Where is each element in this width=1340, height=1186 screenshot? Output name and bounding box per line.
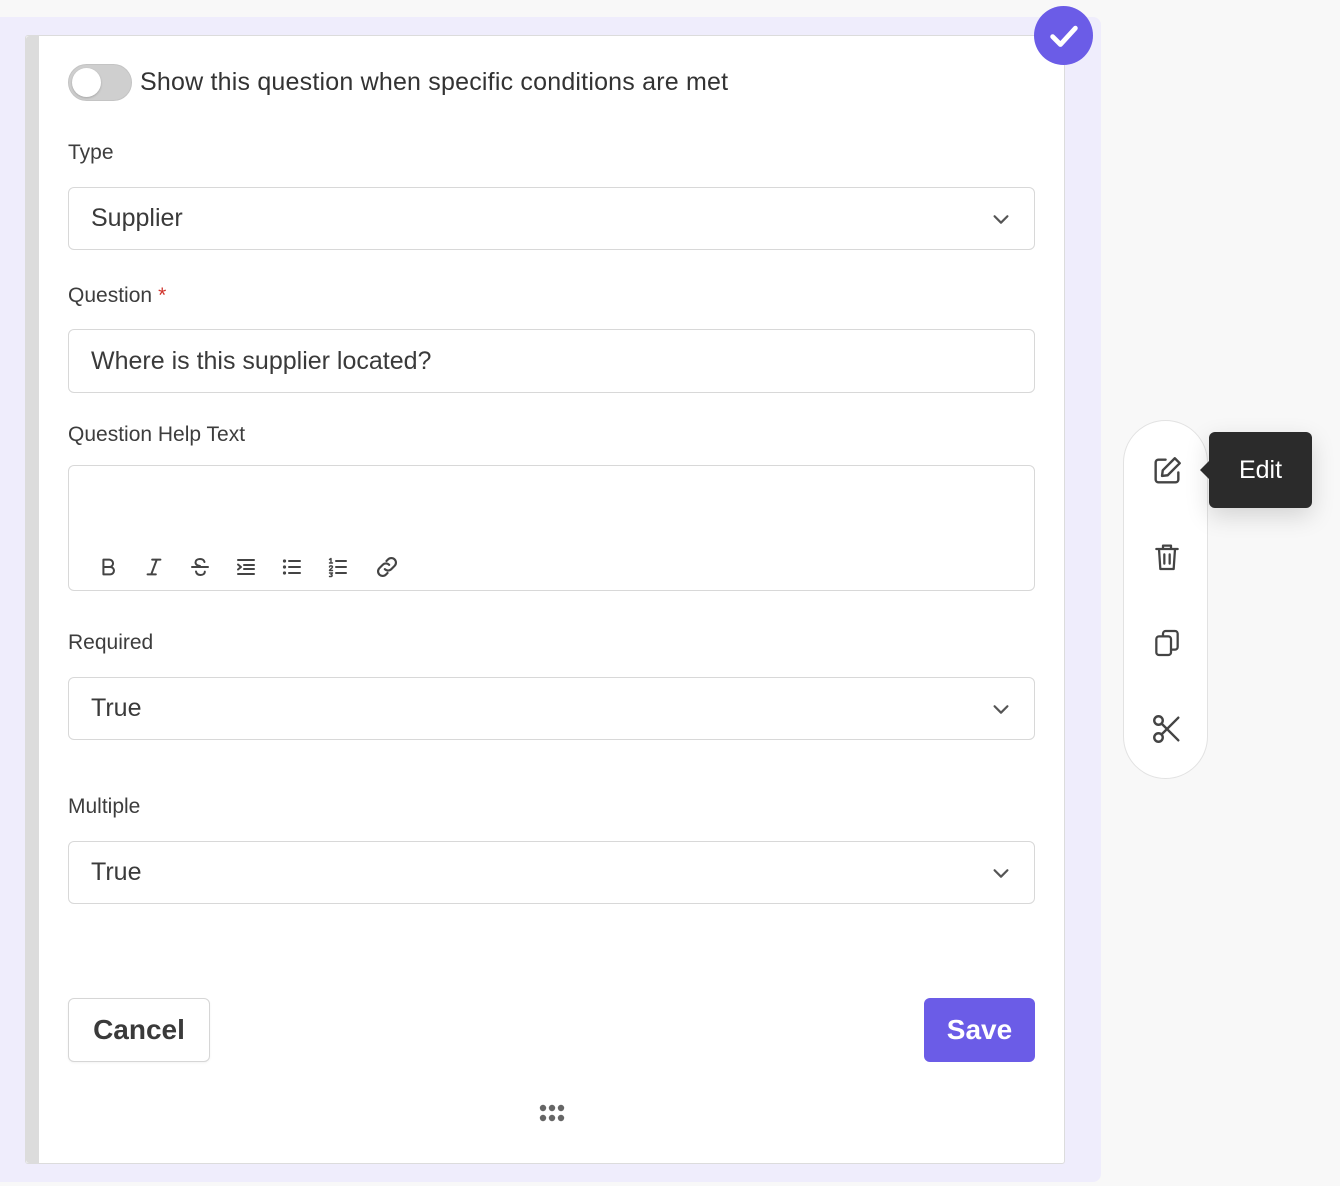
- selected-check-icon[interactable]: [1034, 6, 1093, 65]
- edit-button[interactable]: [1124, 441, 1209, 501]
- multiple-label: Multiple: [68, 795, 141, 818]
- required-select[interactable]: True: [68, 677, 1035, 740]
- tooltip-arrow: [1200, 461, 1209, 479]
- question-label: Question *: [68, 284, 166, 308]
- save-button[interactable]: Save: [924, 998, 1035, 1062]
- card-left-stripe: [26, 36, 39, 1163]
- bullet-list-icon[interactable]: [269, 552, 315, 582]
- required-label: Required: [68, 631, 154, 654]
- drag-handle-icon[interactable]: [539, 1104, 565, 1127]
- type-label: Type: [68, 141, 114, 164]
- multiple-select-value: True: [91, 858, 142, 886]
- type-select[interactable]: Supplier: [68, 187, 1035, 250]
- rich-text-toolbar: [85, 552, 413, 582]
- condition-toggle-row: Show this question when specific conditi…: [68, 64, 728, 101]
- toggle-knob: [72, 68, 101, 97]
- tooltip-text: Edit: [1238, 455, 1283, 484]
- block-actions-toolbar: [1123, 420, 1208, 779]
- required-asterisk: *: [158, 284, 167, 307]
- cancel-button[interactable]: Cancel: [68, 998, 210, 1062]
- question-input[interactable]: Where is this supplier located?: [68, 329, 1035, 393]
- required-select-value: True: [91, 694, 142, 722]
- help-text-label: Question Help Text: [68, 423, 246, 446]
- link-icon[interactable]: [361, 552, 413, 582]
- help-text-editor[interactable]: [68, 465, 1035, 591]
- delete-button[interactable]: [1124, 527, 1209, 587]
- italic-icon[interactable]: [131, 552, 177, 582]
- numbered-list-icon[interactable]: [315, 552, 361, 582]
- multiple-select[interactable]: True: [68, 841, 1035, 904]
- scissors-icon: [1152, 715, 1180, 743]
- question-input-value: Where is this supplier located?: [91, 346, 432, 375]
- chevron-down-icon: [993, 869, 1009, 878]
- edit-icon: [1153, 457, 1181, 484]
- question-label-text: Question: [68, 284, 153, 307]
- chevron-down-icon: [993, 215, 1009, 224]
- duplicate-button[interactable]: [1124, 613, 1209, 673]
- edit-tooltip: Edit: [1200, 432, 1312, 508]
- strikethrough-icon[interactable]: [177, 552, 223, 582]
- indent-icon[interactable]: [223, 552, 269, 582]
- cut-button[interactable]: [1124, 699, 1209, 759]
- trash-icon: [1154, 544, 1179, 571]
- type-select-value: Supplier: [91, 204, 183, 232]
- chevron-down-icon: [993, 705, 1009, 714]
- bold-icon[interactable]: [85, 552, 131, 582]
- condition-toggle[interactable]: [68, 64, 132, 101]
- copy-icon: [1154, 629, 1179, 657]
- condition-toggle-label: Show this question when specific conditi…: [140, 68, 729, 96]
